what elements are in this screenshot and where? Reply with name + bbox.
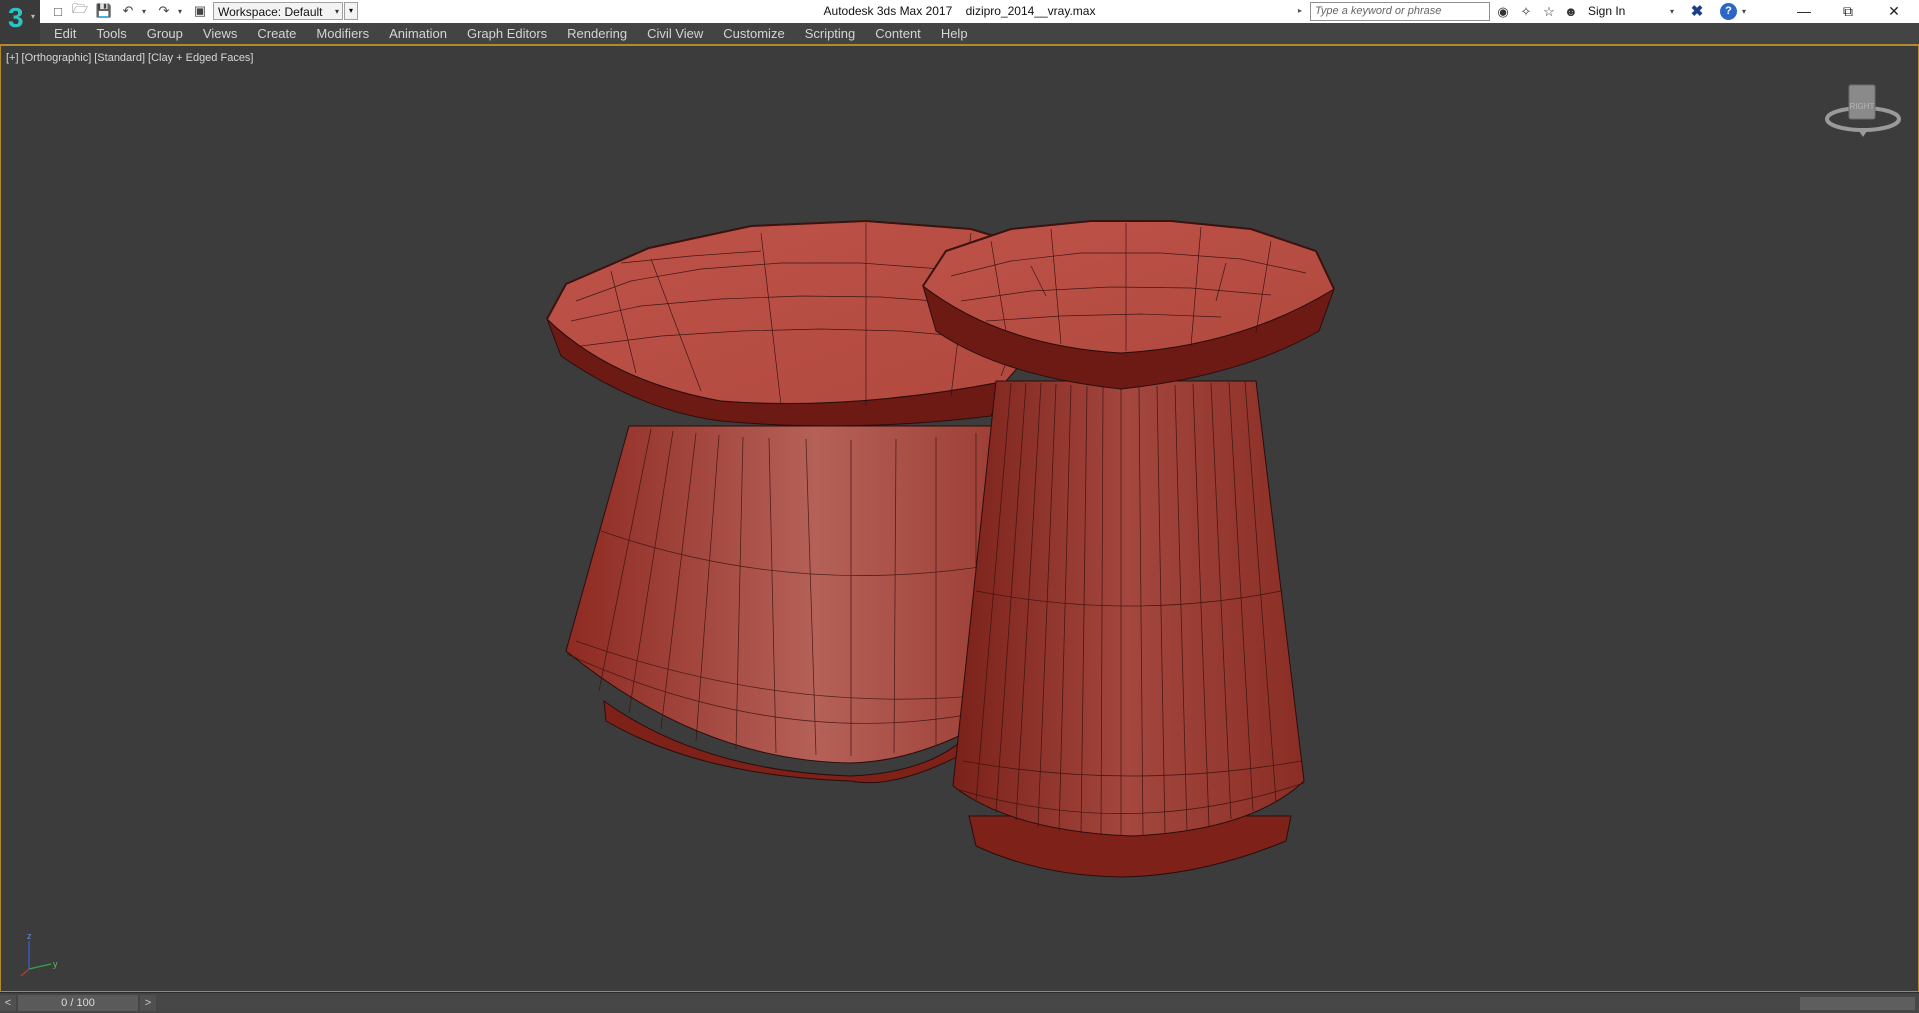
communication-center-icon[interactable]: ✧ bbox=[1517, 3, 1535, 20]
menu-tools[interactable]: Tools bbox=[86, 23, 136, 44]
quick-access-customize-icon[interactable]: ▾ bbox=[344, 2, 358, 20]
viewcube[interactable]: RIGHT bbox=[1825, 84, 1901, 137]
menu-items: Edit Tools Group Views Create Modifiers … bbox=[44, 23, 978, 44]
axis-z-label: z bbox=[27, 931, 32, 941]
menu-scripting[interactable]: Scripting bbox=[795, 23, 866, 44]
search-expand-icon[interactable]: ▸ bbox=[1298, 2, 1308, 20]
new-file-icon[interactable]: □ bbox=[50, 2, 66, 20]
menu-views[interactable]: Views bbox=[193, 23, 247, 44]
time-slider-bar: < 0 / 100 > bbox=[0, 992, 1919, 1013]
user-icon: ☻ bbox=[1564, 4, 1578, 19]
save-icon[interactable]: 💾 bbox=[96, 2, 112, 20]
scene-view: RIGHT z y bbox=[20, 84, 1901, 977]
open-file-icon[interactable]: 🗁 bbox=[72, 1, 88, 20]
close-button[interactable]: ✕ bbox=[1872, 0, 1916, 23]
menu-help[interactable]: Help bbox=[931, 23, 978, 44]
menu-civil-view[interactable]: Civil View bbox=[637, 23, 713, 44]
app-logo-icon: 3 bbox=[8, 2, 24, 33]
chevron-down-icon[interactable]: ▾ bbox=[1670, 3, 1674, 20]
menu-create[interactable]: Create bbox=[247, 23, 306, 44]
workspace-dropdown[interactable]: Workspace: Default ▾ bbox=[213, 2, 343, 20]
app-title: Autodesk 3ds Max 2017 bbox=[823, 4, 953, 18]
axis-tripod: z y bbox=[20, 931, 58, 977]
restore-button[interactable]: ⧉ bbox=[1826, 0, 1870, 23]
search-input[interactable]: Type a keyword or phrase bbox=[1310, 2, 1490, 21]
chevron-down-icon: ▾ bbox=[31, 12, 36, 21]
redo-icon[interactable]: ↷ bbox=[156, 2, 172, 20]
perspective-viewport[interactable]: [+] [Orthographic] [Standard] [Clay + Edged… bbox=[0, 45, 1919, 992]
menu-rendering[interactable]: Rendering bbox=[557, 23, 637, 44]
help-icon[interactable]: ? bbox=[1720, 3, 1737, 20]
viewcube-face-label: RIGHT bbox=[1850, 102, 1875, 111]
menu-modifiers[interactable]: Modifiers bbox=[306, 23, 379, 44]
chevron-down-icon: ▾ bbox=[334, 7, 339, 16]
right-stool[interactable] bbox=[922, 220, 1335, 878]
chevron-down-icon[interactable]: ▾ bbox=[1742, 3, 1746, 20]
timeline-scrollbar[interactable] bbox=[1800, 997, 1915, 1010]
menu-edit[interactable]: Edit bbox=[44, 23, 86, 44]
sign-in-button[interactable]: Sign In bbox=[1588, 3, 1625, 20]
menu-bar: Edit Tools Group Views Create Modifiers … bbox=[0, 23, 1919, 45]
time-next-button[interactable]: > bbox=[140, 995, 156, 1011]
timeline-track[interactable] bbox=[158, 995, 1919, 1011]
workspace-label: Workspace: Default bbox=[218, 5, 323, 19]
exchange-apps-icon[interactable]: ✖ bbox=[1688, 3, 1706, 20]
menu-content[interactable]: Content bbox=[865, 23, 931, 44]
binoculars-icon[interactable]: ◉ bbox=[1494, 3, 1512, 20]
time-slider-thumb[interactable]: 0 / 100 bbox=[18, 995, 138, 1011]
minimize-button[interactable]: — bbox=[1782, 0, 1826, 23]
axis-y-label: y bbox=[53, 959, 58, 969]
time-prev-button[interactable]: < bbox=[0, 995, 16, 1011]
menu-animation[interactable]: Animation bbox=[379, 23, 457, 44]
favorites-star-icon[interactable]: ☆ bbox=[1540, 3, 1558, 20]
redo-dropdown-icon[interactable]: ▾ bbox=[176, 2, 184, 20]
menu-group[interactable]: Group bbox=[137, 23, 193, 44]
undo-icon[interactable]: ↶ bbox=[120, 2, 136, 20]
menu-graph-editors[interactable]: Graph Editors bbox=[457, 23, 557, 44]
app-menu-button[interactable]: 3 ▾ bbox=[0, 0, 40, 44]
file-name: dizipro_2014__vray.max bbox=[965, 4, 1096, 18]
undo-dropdown-icon[interactable]: ▾ bbox=[140, 2, 148, 20]
title-bar: □ 🗁 💾 ↶ ▾ ↷ ▾ ▣ Workspace: Default ▾ ▾ A… bbox=[0, 0, 1919, 24]
menu-customize[interactable]: Customize bbox=[713, 23, 794, 44]
project-folder-icon[interactable]: ▣ bbox=[192, 2, 208, 20]
